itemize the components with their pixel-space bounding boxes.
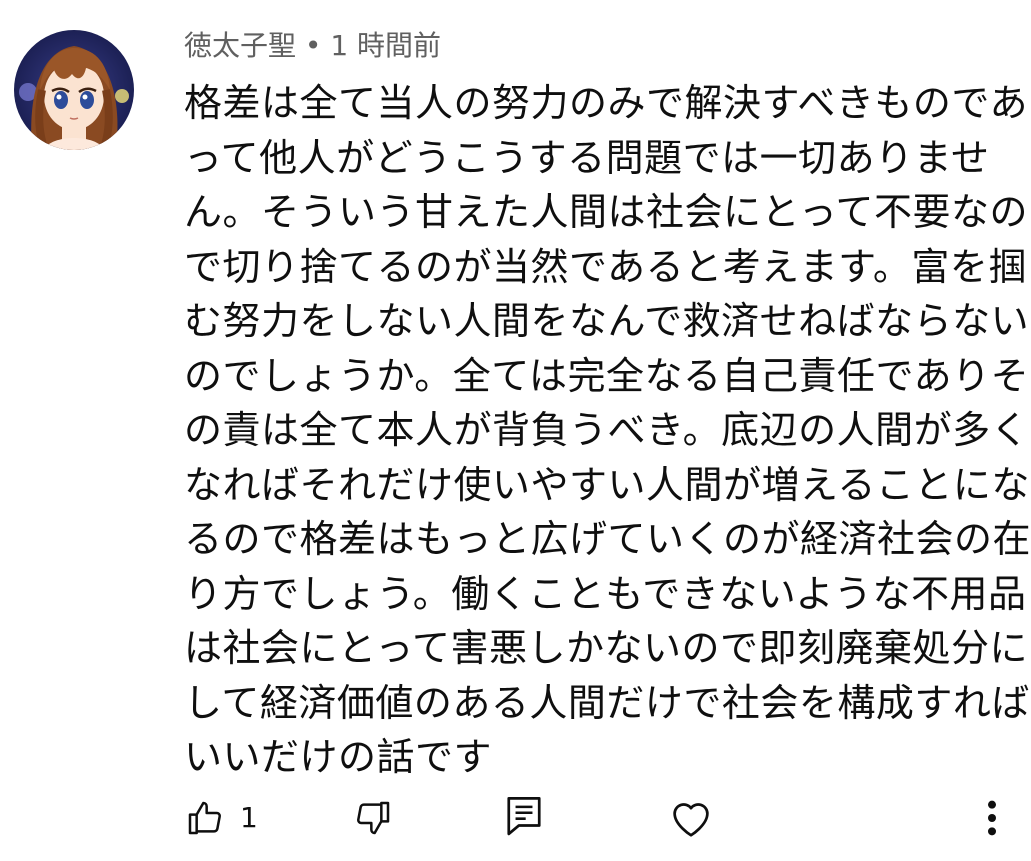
comment-line: で切り捨てるのが当然であると考えます。富を掴 [184, 244, 1027, 289]
anime-avatar-image [14, 30, 134, 150]
heart-icon [673, 803, 709, 837]
author-name[interactable]: 徳太子聖 [184, 29, 296, 62]
thumbs-down-icon [357, 801, 390, 835]
meta-separator: • [296, 29, 331, 62]
comment-action-bar: 1 [0, 790, 1031, 850]
comment-line: して経済価値のある人間だけで社会を構成すれば [184, 680, 1030, 725]
avatar[interactable] [14, 30, 134, 150]
comment-line: り方でしょう。働くこともできないような不用品 [184, 571, 1027, 616]
comment-line: ん。そういう甘えた人間は社会にとって不要なの [184, 190, 1028, 234]
comment-line: のでしょうか。全ては完全なる自己責任でありそ [184, 353, 1030, 398]
comment-line: って他人がどうこうする問題では一切ありませ [184, 135, 990, 180]
dislike-button[interactable] [352, 796, 394, 840]
like-count: 1 [240, 801, 258, 834]
comment-line: いいだけの話です [184, 735, 493, 779]
comment-line: は社会にとって害悪しかないので即刻廃棄処分に [184, 626, 1028, 670]
comment-meta: 徳太子聖 • 1 時間前 [184, 26, 441, 66]
comment-line: む努力をしない人間をなんで救済せねばならない [184, 299, 1030, 343]
like-button[interactable] [184, 796, 226, 840]
comment-line: るので格差はもっと広げていくのが経済社会の在 [184, 517, 1031, 561]
comment-text: 格差は全て当人の努力のみで解決すべきものであ って他人がどうこうする問題では一切… [184, 76, 1031, 785]
more-vertical-icon [988, 800, 996, 836]
reply-button[interactable] [504, 794, 544, 840]
comment-line: 格差は全て当人の努力のみで解決すべきものであ [184, 81, 1028, 125]
more-options-button[interactable] [976, 796, 1008, 840]
comment-timestamp[interactable]: 1 時間前 [330, 29, 441, 62]
heart-button[interactable] [668, 796, 714, 840]
comment-line: なればそれだけ使いやすい人間が増えることにな [184, 462, 1030, 507]
thumbs-up-icon [188, 801, 221, 835]
reply-comment-icon [507, 797, 541, 836]
comment-line: の責は全て本人が背負うべき。底辺の人間が多く [184, 408, 1030, 452]
